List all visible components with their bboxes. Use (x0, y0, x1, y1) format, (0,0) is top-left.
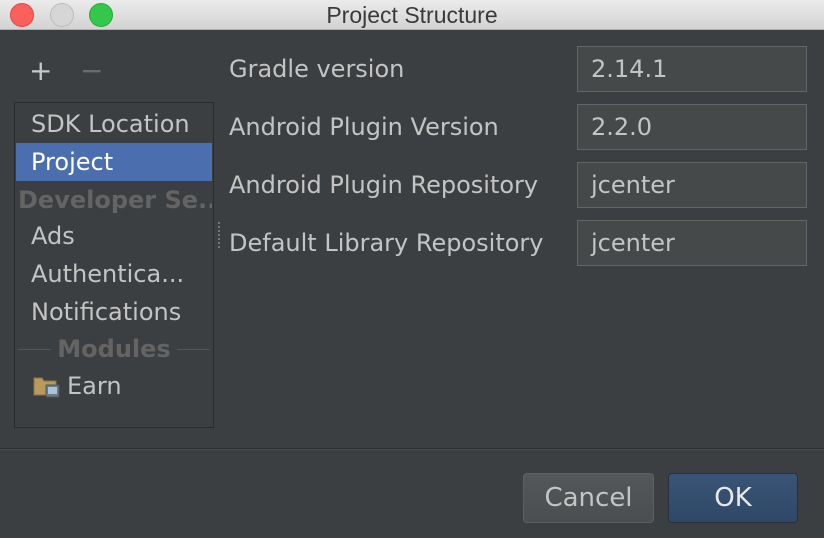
ok-button[interactable]: OK (668, 473, 798, 523)
gradle-version-label: Gradle version (229, 55, 405, 83)
window-title: Project Structure (326, 2, 498, 28)
remove-button[interactable]: − (80, 56, 103, 86)
sidebar-item-sdk-location[interactable]: SDK Location (16, 105, 212, 143)
module-label: Earn (67, 372, 122, 400)
sidebar-item-module-earn[interactable]: Earn (16, 367, 212, 405)
sidebar-group-developer-services: Developer Se... (18, 186, 212, 214)
default-library-repository-label: Default Library Repository (229, 229, 544, 257)
sidebar-item-ads[interactable]: Ads (16, 217, 212, 255)
gradle-version-field[interactable]: 2.14.1 (577, 46, 807, 92)
separator-line (18, 348, 52, 350)
footer-divider-highlight (0, 449, 824, 450)
add-button[interactable]: + (29, 56, 52, 86)
android-plugin-repository-label: Android Plugin Repository (229, 171, 539, 199)
sidebar-item-authentication[interactable]: Authentica... (16, 255, 212, 293)
separator-line (176, 348, 210, 350)
sidebar-item-project[interactable]: Project (16, 143, 212, 181)
android-plugin-version-field[interactable]: 2.2.0 (577, 104, 807, 150)
module-folder-icon (33, 371, 61, 398)
default-library-repository-field[interactable]: jcenter (577, 220, 807, 266)
modules-group-label: Modules (57, 335, 171, 363)
structure-sidebar: SDK Location Project Developer Se... Ads… (14, 102, 214, 428)
android-plugin-version-label: Android Plugin Version (229, 113, 499, 141)
title-bar: Project Structure (0, 0, 824, 30)
splitter-handle[interactable] (216, 220, 222, 250)
sidebar-item-notifications[interactable]: Notifications (16, 293, 212, 331)
sidebar-group-modules: Modules (16, 330, 212, 368)
cancel-button[interactable]: Cancel (523, 473, 654, 523)
android-plugin-repository-field[interactable]: jcenter (577, 162, 807, 208)
